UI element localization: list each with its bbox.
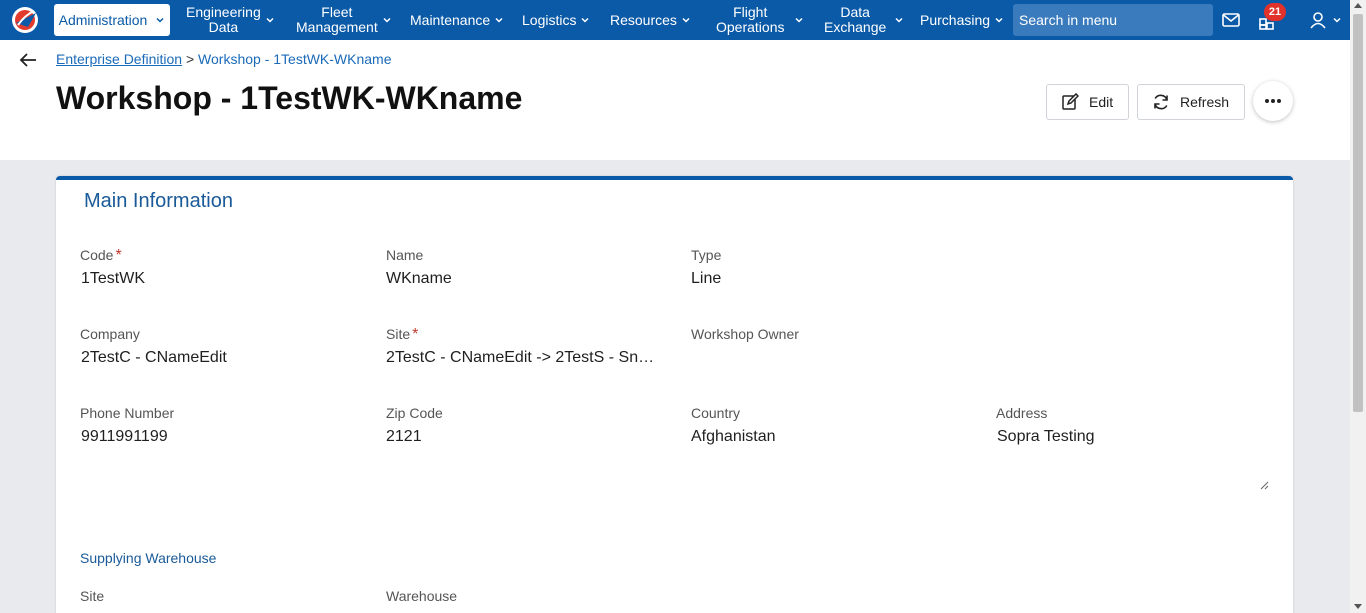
country-value: Afghanistan — [691, 428, 776, 445]
name-label: Name — [386, 247, 424, 263]
nav-label-line2: Data — [208, 19, 239, 35]
site-value: 2TestC - CNameEdit -> 2TestS - Sna... — [386, 349, 656, 366]
refresh-button[interactable]: Refresh — [1137, 84, 1245, 120]
menu-search-input[interactable]: Search in menu — [1013, 4, 1213, 36]
nav-administration[interactable]: Administration — [54, 4, 170, 36]
site-label: Site * — [386, 326, 418, 344]
company-label: Company — [80, 326, 140, 342]
scrollbar-thumb[interactable] — [1353, 14, 1363, 412]
more-dots-icon — [1265, 99, 1281, 103]
breadcrumb-link-enterprise-definition[interactable]: Enterprise Definition — [56, 51, 182, 67]
supplying-site-label: Site — [80, 588, 105, 604]
back-arrow-icon[interactable] — [18, 52, 38, 68]
country-label: Country — [691, 405, 741, 421]
resize-handle-icon[interactable] — [1259, 480, 1269, 490]
supplying-warehouse-label: Warehouse — [386, 588, 458, 604]
site-label-text: Site — [386, 326, 411, 342]
breadcrumb-current: Workshop - 1TestWK-WKname — [198, 51, 392, 67]
refresh-icon — [1154, 94, 1168, 110]
section-title-supplying-warehouse: Supplying Warehouse — [80, 550, 217, 566]
page-title: Workshop - 1TestWK-WKname — [56, 80, 523, 116]
zip-code-label: Zip Code — [386, 405, 443, 421]
breadcrumb: Enterprise Definition > Workshop - 1Test… — [56, 51, 392, 67]
type-value: Line — [691, 270, 722, 287]
company-value: 2TestC - CNameEdit — [81, 349, 227, 366]
section-title-main-information: Main Information — [84, 190, 233, 212]
nav-administration-label: Administration — [58, 12, 148, 28]
chevron-down-icon — [581, 17, 589, 23]
required-marker: * — [115, 247, 122, 264]
nav-fleet-management[interactable]: Fleet Management — [296, 0, 392, 40]
nav-purchasing[interactable]: Purchasing — [920, 0, 1004, 40]
chevron-down-icon — [383, 17, 391, 23]
phone-number-value: 9911991199 — [81, 428, 168, 445]
main-information-card: Main Information Code * 1TestWK Name WKna… — [56, 176, 1293, 613]
top-nav-bar: Administration Engineering Data Fleet Mana… — [0, 0, 1350, 40]
menu-search-placeholder: Search in menu — [1019, 12, 1118, 28]
edit-button[interactable]: Edit — [1046, 84, 1129, 120]
phone-number-label: Phone Number — [80, 405, 175, 421]
chevron-down-icon — [995, 17, 1003, 23]
nav-engineering-data[interactable]: Engineering Data — [186, 0, 275, 40]
chevron-down-icon[interactable] — [1332, 15, 1342, 25]
nav-label: Logistics — [522, 11, 577, 28]
address-value: Sopra Testing — [997, 428, 1095, 445]
edit-icon — [1062, 93, 1079, 110]
mail-icon[interactable] — [1221, 10, 1241, 30]
workshop-owner-label: Workshop Owner — [691, 326, 799, 342]
chevron-down-icon — [895, 17, 903, 23]
chevron-down-icon — [682, 17, 690, 23]
nav-label-line1: Fleet — [321, 4, 353, 20]
nav-data-exchange[interactable]: Data Exchange — [824, 0, 904, 40]
nav-label-line2: Management — [296, 19, 378, 35]
nav-logistics[interactable]: Logistics — [522, 0, 590, 40]
more-options-button[interactable] — [1253, 81, 1293, 121]
code-value: 1TestWK — [81, 270, 146, 287]
nav-label-line2: Operations — [716, 19, 785, 35]
address-label: Address — [996, 405, 1048, 421]
nav-label: Resources — [610, 11, 677, 28]
chevron-down-icon — [495, 17, 503, 23]
nav-label: Maintenance — [410, 11, 491, 28]
scroll-down-arrow-icon[interactable] — [1354, 604, 1362, 609]
nav-label-line2: Exchange — [824, 19, 887, 35]
code-label-text: Code — [80, 247, 114, 263]
nav-label-line1: Flight — [733, 4, 768, 20]
name-value: WKname — [386, 270, 452, 287]
scroll-up-arrow-icon[interactable] — [1354, 3, 1362, 8]
page-scrollbar[interactable] — [1350, 0, 1366, 613]
required-marker: * — [412, 326, 419, 343]
code-label: Code * — [80, 247, 122, 265]
chevron-down-icon — [795, 17, 804, 23]
type-label: Type — [691, 247, 722, 263]
notification-badge: 21 — [1264, 3, 1286, 21]
nav-label: Purchasing — [920, 11, 991, 28]
nav-flight-operations[interactable]: Flight Operations — [716, 0, 804, 40]
nav-maintenance[interactable]: Maintenance — [410, 0, 504, 40]
user-icon[interactable] — [1308, 10, 1328, 30]
breadcrumb-separator: > — [185, 51, 195, 67]
chevron-down-icon — [156, 17, 164, 23]
nav-label-line1: Engineering — [186, 4, 261, 20]
nav-label-line1: Data — [840, 4, 870, 20]
app-logo[interactable] — [10, 5, 40, 35]
zip-code-value: 2121 — [386, 428, 422, 445]
nav-resources[interactable]: Resources — [610, 0, 691, 40]
edit-button-label: Edit — [1089, 94, 1114, 110]
refresh-button-label: Refresh — [1180, 94, 1230, 110]
chevron-down-icon — [266, 17, 274, 23]
